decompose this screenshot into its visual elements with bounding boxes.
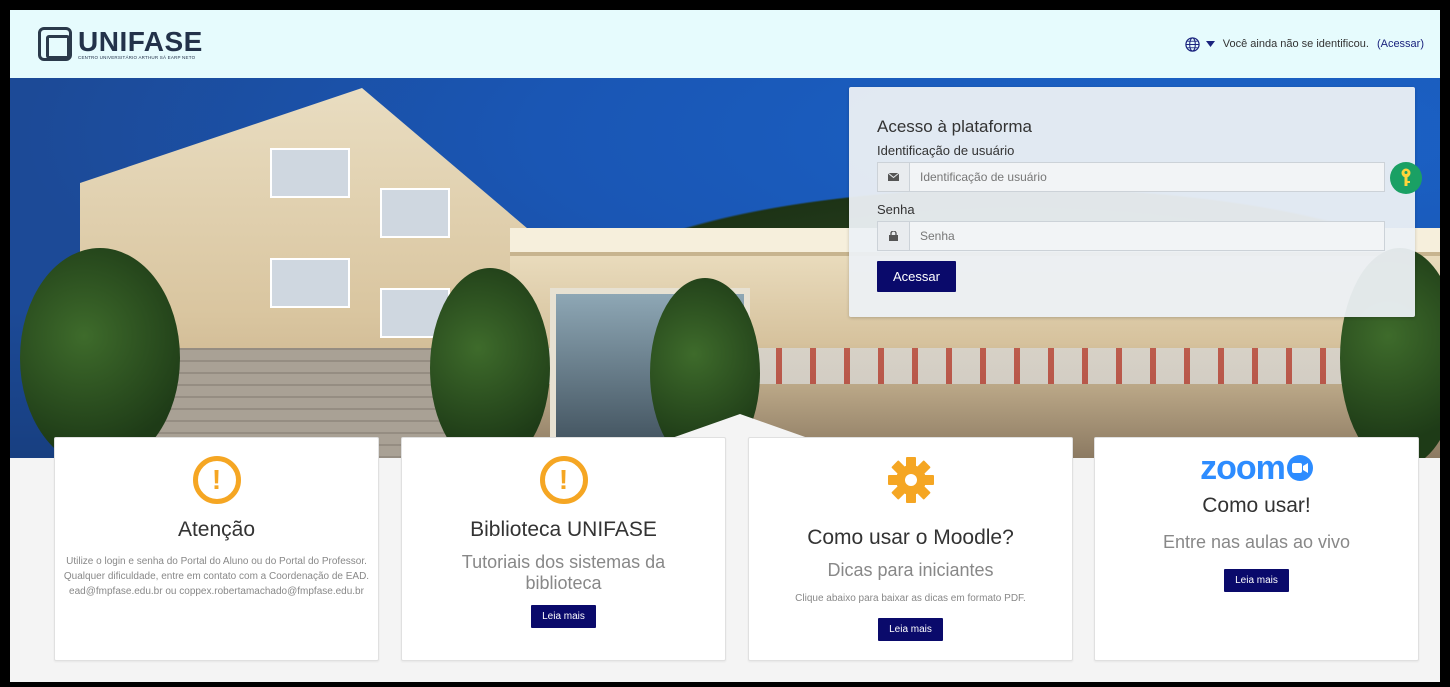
card-subtitle: Dicas para iniciantes: [827, 560, 994, 580]
login-status-text: Você ainda não se identificou.: [1222, 38, 1369, 50]
page-frame: UNIFASE CENTRO UNIVERSITÁRIO ARTHUR SÁ E…: [10, 10, 1440, 682]
key-icon[interactable]: [1390, 162, 1422, 194]
warning-icon: !: [539, 456, 588, 504]
card-title: Como usar!: [1202, 494, 1311, 517]
login-button[interactable]: Acessar: [877, 261, 956, 292]
card-library: ! Biblioteca UNIFASE Tutoriais dos siste…: [401, 437, 726, 661]
envelope-icon: [878, 163, 910, 191]
password-group: [877, 221, 1385, 251]
warning-icon: !: [192, 456, 241, 504]
card-text: Clique abaixo para baixar as dicas em fo…: [795, 592, 1026, 604]
zoom-logo-text: zoom: [1200, 448, 1286, 487]
gear-icon: [887, 457, 934, 503]
card-moodle: Como usar o Moodle? Dicas para iniciante…: [748, 437, 1073, 661]
card-text: Utilize o login e senha do Portal do Alu…: [63, 556, 370, 597]
password-input[interactable]: [910, 222, 1384, 250]
caret-down-icon: [1205, 41, 1215, 47]
read-more-button[interactable]: Leia mais: [878, 617, 943, 641]
card-title: Atenção: [177, 518, 256, 541]
login-title: Acesso à plataforma: [877, 117, 1032, 136]
hero-tree: [20, 248, 180, 458]
read-more-button[interactable]: Leia mais: [1224, 568, 1289, 592]
language-menu[interactable]: [1185, 36, 1215, 52]
card-subtitle: Entre nas aulas ao vivo: [1162, 532, 1351, 552]
globe-icon: [1185, 36, 1200, 52]
video-camera-icon: [1286, 455, 1313, 481]
lock-icon: [878, 222, 910, 250]
logo-mark-icon: [38, 27, 72, 61]
card-title: Como usar o Moodle?: [807, 526, 1014, 549]
user-status: Você ainda não se identificou. (Acessar): [1185, 36, 1424, 52]
card-subtitle: Tutoriais dos sistemas da biblioteca: [461, 552, 666, 593]
logo[interactable]: UNIFASE CENTRO UNIVERSITÁRIO ARTHUR SÁ E…: [38, 27, 203, 61]
read-more-button[interactable]: Leia mais: [531, 605, 596, 629]
brand-tagline: CENTRO UNIVERSITÁRIO ARTHUR SÁ EARP NETO: [78, 54, 196, 60]
card-zoom: zoom Como usar! Entre nas aulas ao vivo …: [1094, 437, 1419, 661]
card-attention: ! Atenção Utilize o login e senha do Por…: [54, 437, 379, 661]
brand-name: UNIFASE: [78, 25, 203, 57]
login-panel: Acesso à plataforma Identificação de usu…: [849, 87, 1422, 317]
username-group: [877, 162, 1422, 194]
navbar: UNIFASE CENTRO UNIVERSITÁRIO ARTHUR SÁ E…: [10, 10, 1440, 78]
card-title: Biblioteca UNIFASE: [470, 518, 657, 541]
username-label: Identificação de usuário: [877, 143, 1015, 158]
login-link[interactable]: (Acessar): [1377, 38, 1424, 50]
username-input[interactable]: [910, 163, 1384, 191]
zoom-logo: zoom: [1200, 449, 1313, 488]
password-label: Senha: [877, 202, 915, 217]
hero-tree: [430, 268, 550, 458]
